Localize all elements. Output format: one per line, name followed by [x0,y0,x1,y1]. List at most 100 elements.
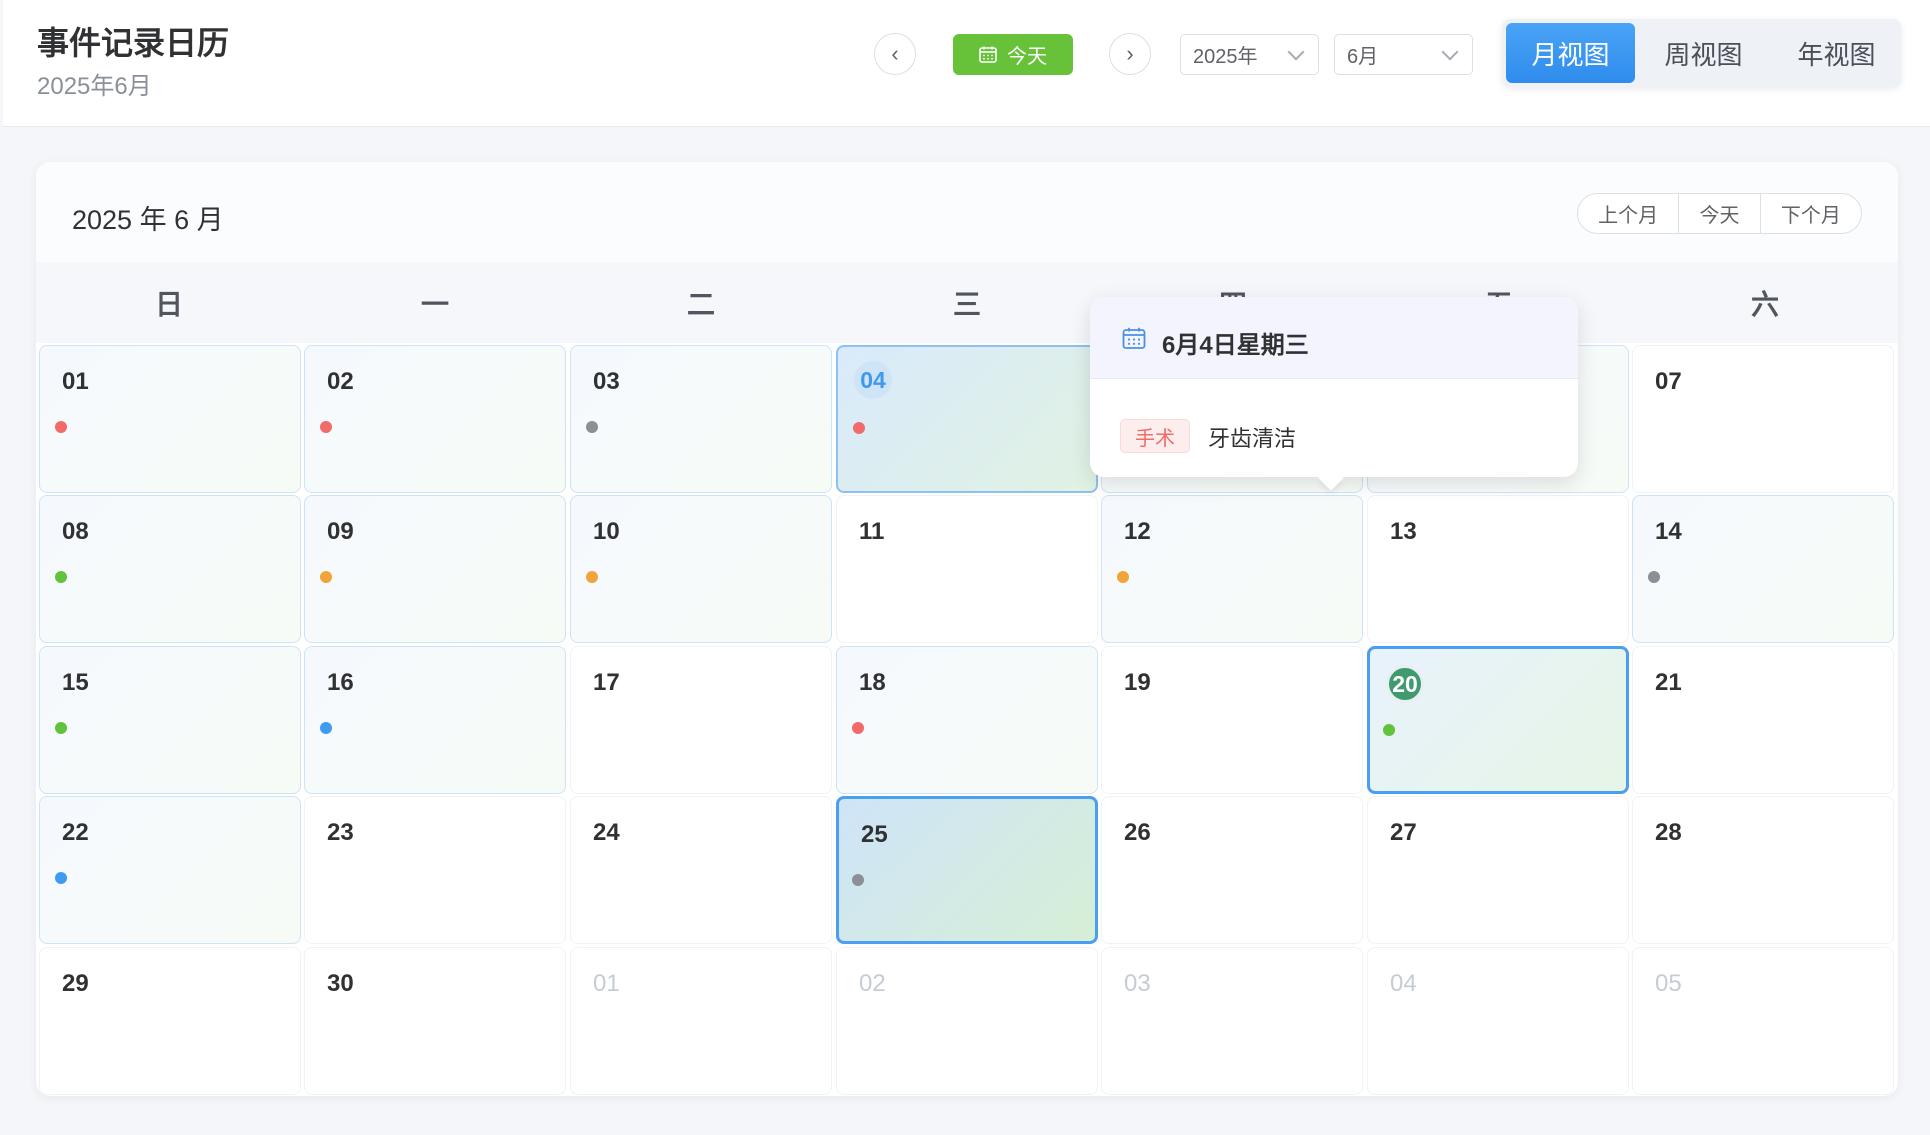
day-cell[interactable]: 04 [836,345,1098,493]
day-cell[interactable]: 03 [1101,947,1363,1095]
weekday-tue: 二 [686,288,715,320]
day-number: 02 [327,368,354,395]
day-cell[interactable]: 05 [1632,947,1894,1095]
day-cell[interactable]: 27 [1367,796,1629,944]
calendar-title: 2025 年 6 月 [72,205,224,235]
view-switcher: 月视图 周视图 年视图 [1502,19,1901,87]
event-category-tag: 手术 [1120,419,1190,453]
day-number: 29 [62,970,89,997]
day-number: 08 [62,518,89,545]
day-cell[interactable]: 02 [836,947,1098,1095]
today-link[interactable]: 今天 [1679,194,1761,233]
day-number: 22 [62,819,89,846]
day-cell[interactable]: 17 [570,646,832,794]
event-dot-icon [320,571,332,583]
next-month-link[interactable]: 下个月 [1761,194,1861,233]
day-cell[interactable]: 10 [570,495,832,643]
day-cell[interactable]: 01 [570,947,832,1095]
day-cell[interactable]: 21 [1632,646,1894,794]
day-number: 21 [1655,669,1682,696]
day-cell[interactable]: 16 [304,646,566,794]
chevron-right-icon: › [1126,41,1134,66]
weekday-wed: 三 [952,288,981,320]
day-cell[interactable]: 19 [1101,646,1363,794]
day-number: 13 [1390,518,1417,545]
day-number: 02 [859,970,886,997]
day-number: 20 [1386,665,1424,703]
day-number: 26 [1124,819,1151,846]
today-button-label: 今天 [1007,46,1047,68]
day-cell[interactable]: 04 [1367,947,1629,1095]
day-number: 11 [859,518,885,545]
day-cell[interactable]: 25 [836,796,1098,944]
day-number: 16 [327,669,354,696]
calendar-icon [1122,327,1146,349]
chevron-down-icon [1287,43,1305,61]
day-cell[interactable]: 29 [39,947,301,1095]
day-cell[interactable]: 12 [1101,495,1363,643]
day-cell[interactable]: 01 [39,345,301,493]
event-dot-icon [55,421,67,433]
day-number: 03 [593,368,620,395]
tab-week-view[interactable]: 周视图 [1639,23,1768,83]
day-number: 27 [1390,819,1417,846]
day-number: 17 [593,669,620,696]
day-cell[interactable]: 03 [570,345,832,493]
event-dot-icon [1383,724,1395,736]
weekday-mon: 一 [420,288,449,320]
day-number: 28 [1655,819,1682,846]
event-dot-icon [320,722,332,734]
popover-header: 6月4日星期三 [1090,297,1578,379]
day-cell[interactable]: 08 [39,495,301,643]
day-cell[interactable]: 28 [1632,796,1894,944]
today-button[interactable]: 今天 [953,34,1073,75]
calendar-icon [979,46,997,63]
month-select[interactable]: 6月 [1334,34,1473,75]
chevron-left-icon: ‹ [891,41,899,66]
prev-month-link[interactable]: 上个月 [1578,194,1680,233]
chevron-down-icon [1441,43,1459,61]
day-cell[interactable]: 11 [836,495,1098,643]
tab-year-view[interactable]: 年视图 [1772,23,1901,83]
event-dot-icon [586,421,598,433]
day-cell[interactable]: 20 [1367,646,1629,794]
next-month-button[interactable]: › [1109,33,1151,75]
event-dot-icon [853,422,865,434]
day-cell[interactable]: 09 [304,495,566,643]
day-cell[interactable]: 14 [1632,495,1894,643]
day-number: 24 [593,819,620,846]
prev-month-button[interactable]: ‹ [874,33,916,75]
day-number: 07 [1655,368,1682,395]
day-number: 15 [62,669,89,696]
day-number: 25 [861,821,888,848]
event-dot-icon [1648,571,1660,583]
event-dot-icon [320,421,332,433]
event-title[interactable]: 牙齿清洁 [1208,421,1296,453]
day-cell[interactable]: 24 [570,796,832,944]
day-cell[interactable]: 07 [1632,345,1894,493]
event-dot-icon [852,874,864,886]
month-nav-group: 上个月 今天 下个月 [1577,193,1862,234]
day-number: 23 [327,819,354,846]
day-cell[interactable]: 26 [1101,796,1363,944]
day-cell[interactable]: 13 [1367,495,1629,643]
day-cell[interactable]: 30 [304,947,566,1095]
day-number: 18 [859,669,886,696]
event-dot-icon [852,722,864,734]
day-number: 03 [1124,970,1151,997]
day-cell[interactable]: 22 [39,796,301,944]
day-number: 10 [593,518,620,545]
tab-month-view[interactable]: 月视图 [1506,23,1635,83]
page-title: 事件记录日历 [37,25,230,61]
day-cell[interactable]: 15 [39,646,301,794]
day-cell[interactable]: 02 [304,345,566,493]
day-number: 09 [327,518,354,545]
day-cell[interactable]: 18 [836,646,1098,794]
event-dot-icon [586,571,598,583]
day-cell[interactable]: 23 [304,796,566,944]
top-header: 事件记录日历 2025年6月 ‹ 今天 › 2025年 6月 月视图 周视图 年… [3,0,1930,127]
page-subtitle: 2025年6月 [37,73,152,100]
year-select[interactable]: 2025年 [1180,34,1319,75]
day-number: 04 [1390,970,1417,997]
weekday-sat: 六 [1750,288,1779,320]
